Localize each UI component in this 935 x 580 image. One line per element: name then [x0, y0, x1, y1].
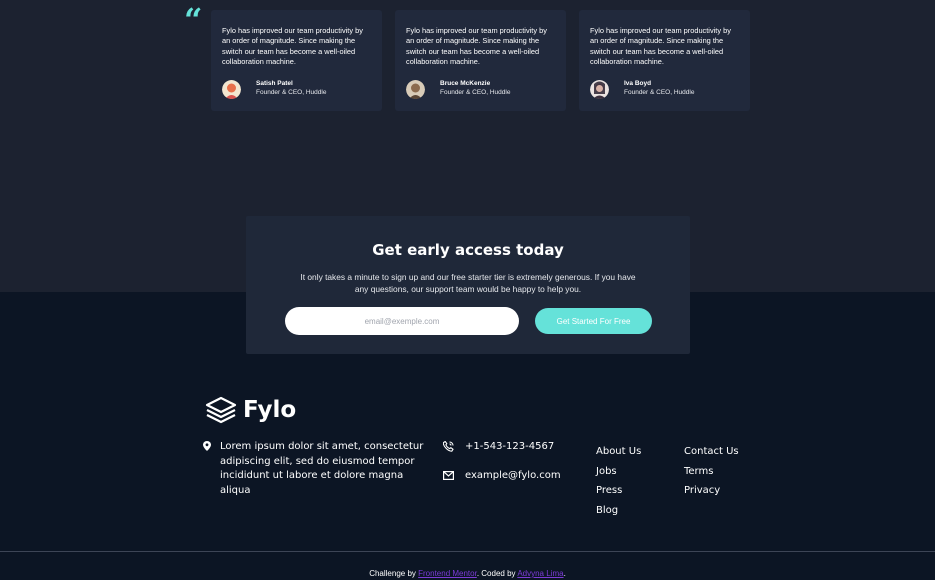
early-access-panel: Get early access today It only takes a m… — [246, 216, 690, 354]
author-name: Bruce McKenzie — [440, 80, 491, 87]
quote-icon: “ — [184, 1, 203, 39]
testimonial-card: Fylo has improved our team productivity … — [579, 10, 750, 111]
email-icon — [443, 471, 454, 481]
footer-email[interactable]: example@fylo.com — [443, 470, 561, 481]
author-role: Founder & CEO, Huddle — [256, 89, 327, 96]
footer-link-privacy[interactable]: Privacy — [684, 481, 739, 501]
avatar — [406, 80, 425, 99]
attribution-suffix: . — [563, 569, 566, 578]
email-address: example@fylo.com — [465, 470, 561, 481]
footer-link-contact-us[interactable]: Contact Us — [684, 442, 739, 462]
testimonial-text: Fylo has improved our team productivity … — [222, 26, 363, 67]
testimonial-text: Fylo has improved our team productivity … — [590, 26, 731, 67]
email-input[interactable] — [285, 307, 519, 335]
cta-description: It only takes a minute to sign up and ou… — [300, 272, 636, 294]
author-name: Iva Boyd — [624, 80, 652, 87]
fylo-logo[interactable]: Fylo — [205, 396, 296, 424]
footer-links-col2: Contact Us Terms Privacy — [684, 442, 739, 501]
attribution: Challenge by Frontend Mentor. Coded by A… — [0, 569, 935, 578]
footer-link-terms[interactable]: Terms — [684, 462, 739, 482]
testimonial-card: Fylo has improved our team productivity … — [211, 10, 382, 111]
cta-title: Get early access today — [372, 241, 564, 259]
author-link[interactable]: Advyna Lima — [517, 569, 563, 578]
footer-link-blog[interactable]: Blog — [596, 501, 641, 521]
phone-number: +1-543-123-4567 — [465, 441, 555, 452]
author-role: Founder & CEO, Huddle — [624, 89, 695, 96]
testimonial-card: Fylo has improved our team productivity … — [395, 10, 566, 111]
testimonial-author: Bruce McKenzie Founder & CEO, Huddle — [406, 79, 510, 99]
attribution-prefix: Challenge by — [369, 569, 419, 578]
testimonial-text: Fylo has improved our team productivity … — [406, 26, 547, 67]
footer-phone[interactable]: +1-543-123-4567 — [443, 441, 554, 452]
footer-divider — [0, 551, 935, 552]
testimonial-author: Satish Patel Founder & CEO, Huddle — [222, 79, 326, 99]
phone-icon — [443, 441, 454, 452]
attribution-middle: . Coded by — [476, 569, 518, 578]
footer-link-jobs[interactable]: Jobs — [596, 462, 641, 482]
author-name: Satish Patel — [256, 80, 293, 87]
footer-address: Lorem ipsum dolor sit amet, consectetur … — [203, 440, 425, 498]
avatar — [222, 80, 241, 99]
author-role: Founder & CEO, Huddle — [440, 89, 511, 96]
layers-icon — [205, 396, 237, 424]
avatar — [590, 80, 609, 99]
frontend-mentor-link[interactable]: Frontend Mentor — [418, 569, 477, 578]
footer-links-col1: About Us Jobs Press Blog — [596, 442, 641, 520]
testimonial-author: Iva Boyd Founder & CEO, Huddle — [590, 79, 694, 99]
footer-link-about-us[interactable]: About Us — [596, 442, 641, 462]
address-text: Lorem ipsum dolor sit amet, consectetur … — [220, 441, 424, 496]
get-started-button[interactable]: Get Started For Free — [535, 308, 652, 334]
logo-text: Fylo — [243, 397, 297, 423]
footer-link-press[interactable]: Press — [596, 481, 641, 501]
location-pin-icon — [203, 441, 211, 451]
